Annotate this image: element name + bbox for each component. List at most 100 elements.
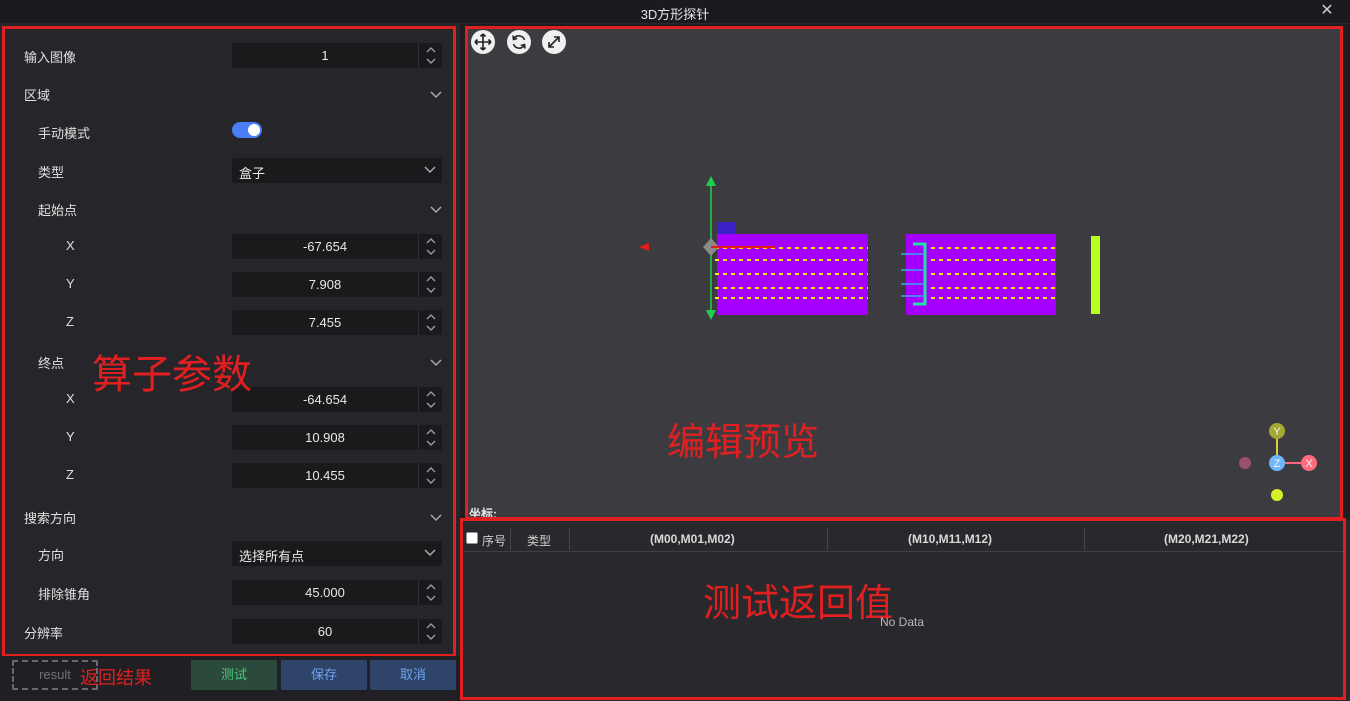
chevron-up-icon[interactable] xyxy=(426,275,436,283)
direction-label: 方向 xyxy=(38,548,65,563)
end-y-label: Y xyxy=(66,429,75,444)
param-end-y: Y 10.908 xyxy=(6,425,446,451)
start-z-spinbox[interactable]: 7.455 xyxy=(232,310,442,335)
param-direction: 方向 选择所有点 xyxy=(6,541,446,567)
chevron-down-icon[interactable] xyxy=(424,549,436,557)
chevron-down-icon[interactable] xyxy=(426,286,436,294)
input-image-label: 输入图像 xyxy=(24,50,77,65)
chevron-up-icon[interactable] xyxy=(426,46,436,54)
spin-arrows[interactable] xyxy=(418,234,442,259)
chevron-down-icon[interactable] xyxy=(426,633,436,641)
select-all-checkbox[interactable] xyxy=(466,532,478,544)
chevron-down-icon[interactable] xyxy=(424,166,436,174)
chevron-up-icon[interactable] xyxy=(426,313,436,321)
window-title: 3D方形探针 xyxy=(640,7,710,22)
end-x-value: -64.654 xyxy=(302,392,348,407)
chevron-up-icon[interactable] xyxy=(426,428,436,436)
col-m2[interactable]: (M20,M21,M22) xyxy=(1164,532,1249,546)
toggle-knob xyxy=(248,124,260,136)
column-divider xyxy=(510,528,511,550)
chevron-up-icon[interactable] xyxy=(426,390,436,398)
y-axis-arrow-down[interactable] xyxy=(706,310,716,320)
type-select[interactable]: 盒子 xyxy=(232,158,442,183)
spin-arrows[interactable] xyxy=(418,43,442,68)
start-x-value: -67.654 xyxy=(302,239,348,254)
chevron-down-icon[interactable] xyxy=(426,401,436,409)
chevron-up-icon[interactable] xyxy=(426,237,436,245)
edit-preview-viewport[interactable]: Y Z X 编辑预览 坐标: xyxy=(465,26,1343,521)
annotation-return-result: 返回结果 xyxy=(80,668,152,688)
exclude-cone-angle-label: 排除锥角 xyxy=(38,587,91,602)
end-z-value: 10.455 xyxy=(305,468,345,483)
col-m1[interactable]: (M10,M11,M12) xyxy=(908,532,992,546)
resolution-spinbox[interactable]: 60 xyxy=(232,619,442,644)
start-y-value: 7.908 xyxy=(308,277,342,292)
bottom-bar: result 返回结果 测试 保存 取消 xyxy=(0,656,460,701)
orient-z-label: Z xyxy=(1274,458,1281,470)
chevron-down-icon[interactable] xyxy=(426,439,436,447)
search-direction-label: 搜索方向 xyxy=(24,511,77,526)
chevron-up-icon[interactable] xyxy=(426,583,436,591)
start-x-spinbox[interactable]: -67.654 xyxy=(232,234,442,259)
col-m0[interactable]: (M00,M01,M02) xyxy=(650,532,735,546)
region-label: 区域 xyxy=(24,88,51,103)
spin-arrows[interactable] xyxy=(418,580,442,605)
section-start-point[interactable]: 起始点 xyxy=(6,196,446,222)
chevron-down-icon[interactable] xyxy=(426,248,436,256)
annotation-edit-preview: 编辑预览 xyxy=(667,420,820,464)
chevron-down-icon[interactable] xyxy=(426,324,436,332)
test-button[interactable]: 测试 xyxy=(191,660,277,690)
resolution-label: 分辨率 xyxy=(24,626,64,641)
chevron-down-icon[interactable] xyxy=(426,507,446,527)
z-axis-handle[interactable] xyxy=(718,222,736,236)
chevron-down-icon[interactable] xyxy=(426,477,436,485)
end-x-spinbox[interactable]: -64.654 xyxy=(232,387,442,412)
manual-mode-label: 手动模式 xyxy=(38,126,91,141)
chevron-down-icon[interactable] xyxy=(426,84,446,104)
spin-arrows[interactable] xyxy=(418,463,442,488)
start-point-label: 起始点 xyxy=(38,203,78,218)
param-start-x: X -67.654 xyxy=(6,234,446,260)
direction-select[interactable]: 选择所有点 xyxy=(232,541,442,566)
start-x-label: X xyxy=(66,238,75,253)
type-label: 类型 xyxy=(38,165,65,180)
manual-mode-toggle[interactable] xyxy=(232,122,262,138)
chevron-down-icon[interactable] xyxy=(426,594,436,602)
chevron-down-icon[interactable] xyxy=(426,352,446,372)
chevron-up-icon[interactable] xyxy=(426,622,436,630)
annotation-operator-params: 算子参数 xyxy=(92,352,252,398)
param-type: 类型 盒子 xyxy=(6,158,446,184)
close-icon[interactable]: ✕ xyxy=(1318,2,1336,20)
input-image-spinbox[interactable]: 1 xyxy=(232,43,442,68)
col-index[interactable]: 序号 xyxy=(482,532,506,549)
param-input-image: 输入图像 1 xyxy=(6,43,446,69)
chevron-up-icon[interactable] xyxy=(426,466,436,474)
y-axis-arrow-up[interactable] xyxy=(706,176,716,186)
exclude-cone-angle-spinbox[interactable]: 45.000 xyxy=(232,580,442,605)
col-type[interactable]: 类型 xyxy=(527,532,551,549)
spin-arrows[interactable] xyxy=(418,387,442,412)
x-axis-handle[interactable] xyxy=(639,243,649,251)
column-divider xyxy=(569,528,570,550)
orient-neg-x-dot[interactable] xyxy=(1239,457,1251,469)
cancel-button[interactable]: 取消 xyxy=(370,660,456,690)
start-z-value: 7.455 xyxy=(308,315,342,330)
save-button[interactable]: 保存 xyxy=(281,660,367,690)
chevron-down-icon[interactable] xyxy=(426,57,436,65)
spin-arrows[interactable] xyxy=(418,272,442,297)
spin-arrows[interactable] xyxy=(418,310,442,335)
start-y-spinbox[interactable]: 7.908 xyxy=(232,272,442,297)
end-y-spinbox[interactable]: 10.908 xyxy=(232,425,442,450)
end-y-value: 10.908 xyxy=(305,430,345,445)
end-z-label: Z xyxy=(66,467,74,482)
orient-neg-y-dot[interactable] xyxy=(1271,489,1283,501)
end-z-spinbox[interactable]: 10.455 xyxy=(232,463,442,488)
end-x-label: X xyxy=(66,391,75,406)
spin-arrows[interactable] xyxy=(418,425,442,450)
exclude-cone-angle-value: 45.000 xyxy=(305,585,345,600)
test-result-table: 序号 类型 (M00,M01,M02) (M10,M11,M12) (M20,M… xyxy=(460,520,1350,701)
section-search-direction[interactable]: 搜索方向 xyxy=(6,504,446,530)
section-region[interactable]: 区域 xyxy=(6,81,446,107)
spin-arrows[interactable] xyxy=(418,619,442,644)
chevron-down-icon[interactable] xyxy=(426,199,446,219)
